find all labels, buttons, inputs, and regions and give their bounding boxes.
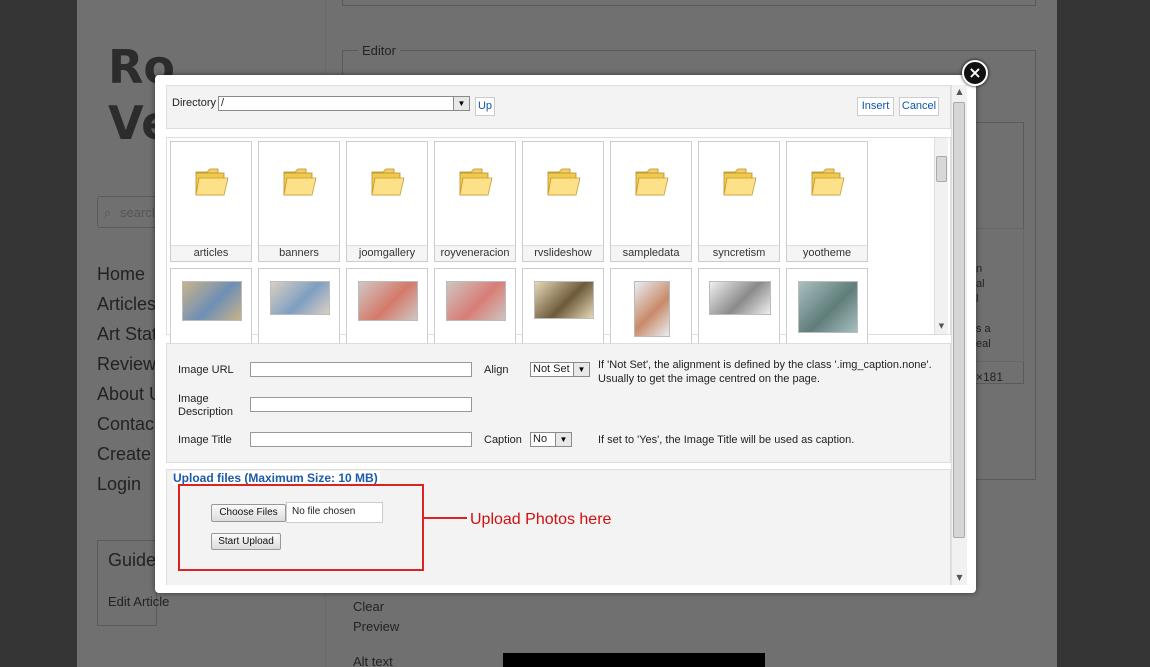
nav-login[interactable]: Login	[97, 474, 141, 495]
file-browser: articles banners joomgallery royveneracion r…	[166, 137, 951, 389]
folder-icon	[546, 164, 582, 200]
align-select[interactable]: Not Set ▼	[530, 362, 590, 377]
editor-legend: Editor	[358, 43, 400, 58]
caption-help-text: If set to 'Yes', the Image Title will be…	[598, 434, 855, 446]
image-thumbnail	[798, 281, 858, 333]
image-size-fragment: ×181	[976, 370, 1004, 384]
folder-name: yootheme	[787, 245, 867, 261]
folder-name: royveneracion	[435, 245, 515, 261]
folder-icon	[370, 164, 406, 200]
editor-fragment-3: l	[976, 293, 979, 305]
folder-tile[interactable]: yootheme	[786, 141, 868, 262]
image-title-input[interactable]	[250, 432, 472, 447]
editor-fragment-1: n	[976, 263, 983, 275]
image-thumbnail	[534, 281, 594, 319]
editor-fragment-2: al	[976, 278, 985, 290]
preview-link[interactable]: Preview	[353, 619, 399, 634]
annotation-line	[424, 517, 467, 519]
scroll-down-icon[interactable]: ▼	[952, 571, 967, 585]
up-button[interactable]: Up	[475, 97, 495, 116]
align-label: Align	[484, 364, 509, 376]
folder-tile[interactable]: rvslideshow	[522, 141, 604, 262]
folder-icon	[634, 164, 670, 200]
nav-articles[interactable]: Articles	[97, 294, 156, 315]
file-browser-scroll-thumb[interactable]	[936, 156, 947, 182]
editor-fragment-4: s a	[976, 323, 991, 335]
image-thumbnail	[270, 281, 330, 315]
image-description-label-1: Image	[178, 393, 209, 405]
folder-tile[interactable]: sampledata	[610, 141, 692, 262]
chevron-down-icon: ▼	[573, 363, 589, 376]
folder-icon	[282, 164, 318, 200]
image-thumbnail	[709, 281, 771, 315]
scroll-down-icon[interactable]: ▼	[935, 322, 948, 334]
image-description-label-2: Description	[178, 406, 234, 418]
modal-scroll-thumb[interactable]	[953, 102, 965, 538]
search-icon: ⌕	[104, 205, 112, 220]
folder-icon	[722, 164, 758, 200]
annotation-text: Upload Photos here	[470, 511, 612, 528]
toolbar: Directory / ▼ Up Insert Cancel	[166, 85, 951, 129]
folder-icon	[810, 164, 846, 200]
scroll-up-icon[interactable]: ▲	[952, 85, 967, 99]
folder-name: syncretism	[699, 245, 779, 261]
top-box	[342, 0, 1036, 6]
guide-title: Guide	[108, 550, 157, 570]
directory-select[interactable]: / ▼	[218, 96, 470, 111]
edit-article-link[interactable]: Edit Article	[108, 594, 169, 609]
folder-tile[interactable]: articles	[170, 141, 252, 262]
align-value: Not Set	[533, 363, 570, 375]
folder-name: rvslideshow	[523, 245, 603, 261]
insert-button[interactable]: Insert	[857, 97, 894, 116]
caption-select[interactable]: No ▼	[530, 432, 572, 447]
editor-fragment-5: eal	[976, 338, 991, 350]
folder-name: sampledata	[611, 245, 691, 261]
folder-name: banners	[259, 245, 339, 261]
folder-name: articles	[171, 245, 251, 261]
clear-link[interactable]: Clear	[353, 599, 384, 614]
image-thumbnail	[358, 281, 418, 321]
folder-name: joomgallery	[347, 245, 427, 261]
nav-about[interactable]: About U	[97, 384, 162, 405]
modal-scrollbar[interactable]: ▲ ▼	[951, 85, 967, 585]
image-thumbnail	[446, 281, 506, 321]
image-url-input[interactable]	[250, 362, 472, 377]
image-thumbnail	[634, 281, 670, 337]
directory-value: /	[221, 97, 225, 109]
nav-art-stat[interactable]: Art Stat	[97, 324, 157, 345]
image-title-label: Image Title	[178, 434, 232, 446]
image-url-label: Image URL	[178, 364, 234, 376]
image-description-input[interactable]	[250, 397, 472, 412]
folder-tile[interactable]: joomgallery	[346, 141, 428, 262]
folder-icon	[194, 164, 230, 200]
close-icon[interactable]: ×	[962, 60, 988, 86]
search-placeholder: search	[120, 205, 160, 220]
image-thumbnail	[182, 281, 242, 321]
alt-text-field[interactable]	[503, 653, 765, 667]
folder-tile[interactable]: syncretism	[698, 141, 780, 262]
image-properties-form: Image URL Align Not Set ▼ If 'Not Set', …	[166, 343, 951, 463]
align-help-text: If 'Not Set', the alignment is defined b…	[598, 359, 932, 385]
file-browser-scrollbar[interactable]: ▼	[934, 138, 948, 334]
nav-create[interactable]: Create	[97, 444, 151, 465]
folder-tile[interactable]: royveneracion	[434, 141, 516, 262]
nav-contact[interactable]: Contac	[97, 414, 154, 435]
directory-label: Directory	[172, 97, 217, 109]
upload-legend: Upload files (Maximum Size: 10 MB)	[173, 471, 380, 485]
chevron-down-icon: ▼	[453, 97, 469, 110]
chevron-down-icon: ▼	[555, 433, 571, 446]
caption-value: No	[533, 433, 548, 445]
nav-home[interactable]: Home	[97, 264, 145, 285]
annotation-box	[178, 484, 424, 571]
folder-icon	[458, 164, 494, 200]
folder-tile[interactable]: banners	[258, 141, 340, 262]
caption-label: Caption	[484, 434, 522, 446]
cancel-button[interactable]: Cancel	[899, 97, 939, 116]
alt-text-label: Alt text	[353, 654, 393, 667]
